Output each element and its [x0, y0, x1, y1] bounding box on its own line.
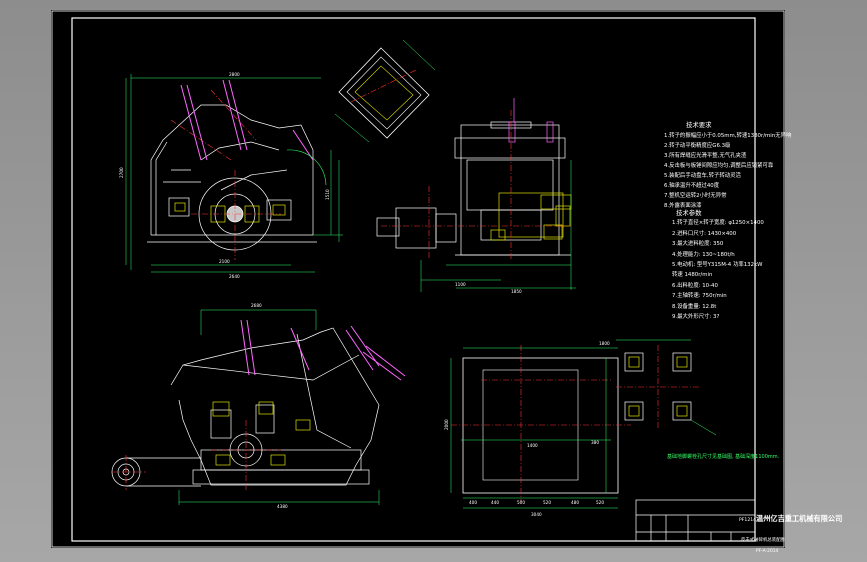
dim-found-b4: 520 — [543, 500, 551, 505]
title-block-drawing-name: 反击式破碎机总装配图 — [741, 538, 785, 543]
lower-assembly-components — [212, 401, 311, 466]
dim-front-bottom-1: 2100 — [219, 259, 230, 264]
param-3: 3.最大进料粒度: 350 — [672, 241, 724, 248]
note-1: 1.转子的振幅应小于0.05mm,转速1380r/min无异响 — [664, 133, 792, 139]
param-2: 2.进料口尺寸: 1430×400 — [672, 230, 737, 237]
lower-dimensions — [178, 309, 380, 505]
note-5: 5.装配后手动盘车,转子转动灵活 — [664, 173, 741, 179]
technical-notes: 技术要求 1.转子的振幅应小于0.05mm,转速1380r/min无异响 2.转… — [664, 120, 839, 211]
side-view-center-lines — [381, 110, 571, 260]
dim-found-left: 2000 — [444, 419, 449, 430]
title-block-model-code: PF1214 — [739, 518, 757, 523]
lower-assembly-cylinders — [240, 319, 406, 381]
dim-front-height: 2700 — [119, 167, 124, 178]
dim-lower-top: 2680 — [251, 303, 262, 308]
lower-dimension-text: 2680 4380 — [251, 303, 288, 509]
dim-found-top: 1800 — [599, 341, 610, 346]
dim-found-b2: 440 — [491, 500, 499, 505]
technical-params-title: 技术参数 — [676, 209, 702, 217]
cad-viewport[interactable]: 2800 2700 2100 2640 1510 1100 1850 2680 … — [0, 0, 867, 562]
side-view — [376, 121, 571, 256]
param-6: 6.出料粒度: 10-40 — [672, 282, 718, 289]
inner-frame — [71, 17, 756, 542]
bolt-pocket-leader — [616, 339, 717, 436]
door-detail-view — [334, 39, 436, 143]
dim-front-right: 1510 — [325, 189, 330, 200]
side-view-hidden-parts — [508, 98, 554, 143]
param-8: 8.设备重量: 12.8t — [672, 303, 717, 310]
note-2: 2.转子动平衡精度应G6.3级 — [664, 143, 731, 149]
dim-found-mid: 1400 — [527, 443, 538, 448]
param-7: 7.主轴转速: 750r/min — [672, 293, 727, 300]
dim-found-b5: 480 — [571, 500, 579, 505]
dim-found-bottom: 3040 — [531, 512, 542, 517]
dim-found-right: 380 — [591, 440, 599, 445]
foundation-plan — [450, 345, 631, 509]
foundation-note: 基础地脚螺栓孔尺寸见基础图, 基础深度1100mm. — [667, 454, 780, 460]
param-9: 9.最大外形尺寸: 3? — [672, 314, 720, 321]
note-3: 3.所有焊缝应光滑平整,无气孔夹渣 — [664, 153, 747, 159]
dim-side-bottom-2: 1850 — [511, 289, 522, 294]
param-5: 5.电动机: 型号Y315M-4 功率132kW — [672, 262, 763, 269]
front-section-cylinders — [180, 79, 314, 161]
technical-notes-title: 技术要求 — [686, 121, 712, 129]
param-4: 4.处理能力: 130~180t/h — [672, 251, 735, 258]
title-block-drawing-no: PF-A-2014 — [756, 549, 779, 554]
foundation-dimension-text: 1800 3040 1400 380 2000 400 440 500 520 … — [444, 341, 610, 517]
dim-side-bottom-1: 1100 — [455, 282, 466, 287]
note-4: 4.反击板与板锤间隙应均匀,调整后应锁紧可靠 — [664, 163, 774, 169]
front-section-rear-arc — [286, 149, 327, 186]
title-block-company: 温州亿吉重工机械有限公司 — [756, 514, 843, 523]
dim-front-bottom-2: 2640 — [229, 274, 240, 279]
title-block — [635, 499, 756, 542]
dim-found-b3: 500 — [517, 500, 525, 505]
dim-found-b6: 520 — [596, 500, 604, 505]
lower-assembly-center-lines — [111, 420, 281, 490]
param-1: 1.转子直径×转子宽度: φ1250×1400 — [672, 220, 764, 227]
front-section-view — [147, 104, 317, 251]
note-7: 7.整机空运转2小时无异常 — [664, 193, 727, 199]
technical-params: 技术参数 1.转子直径×转子宽度: φ1250×1400 2.进料口尺寸: 14… — [672, 208, 837, 322]
param-5b: 转速 1480r/min — [672, 272, 713, 279]
front-dimension-text: 2800 2700 2100 2640 1510 — [119, 72, 330, 279]
drawing-sheet: 2800 2700 2100 2640 1510 1100 1850 2680 … — [51, 10, 842, 554]
dim-lower-bottom: 4380 — [277, 504, 288, 509]
dim-found-b1: 400 — [469, 500, 477, 505]
note-6: 6.轴承温升不超过40度 — [664, 183, 720, 189]
dim-front-top: 2800 — [229, 72, 240, 77]
